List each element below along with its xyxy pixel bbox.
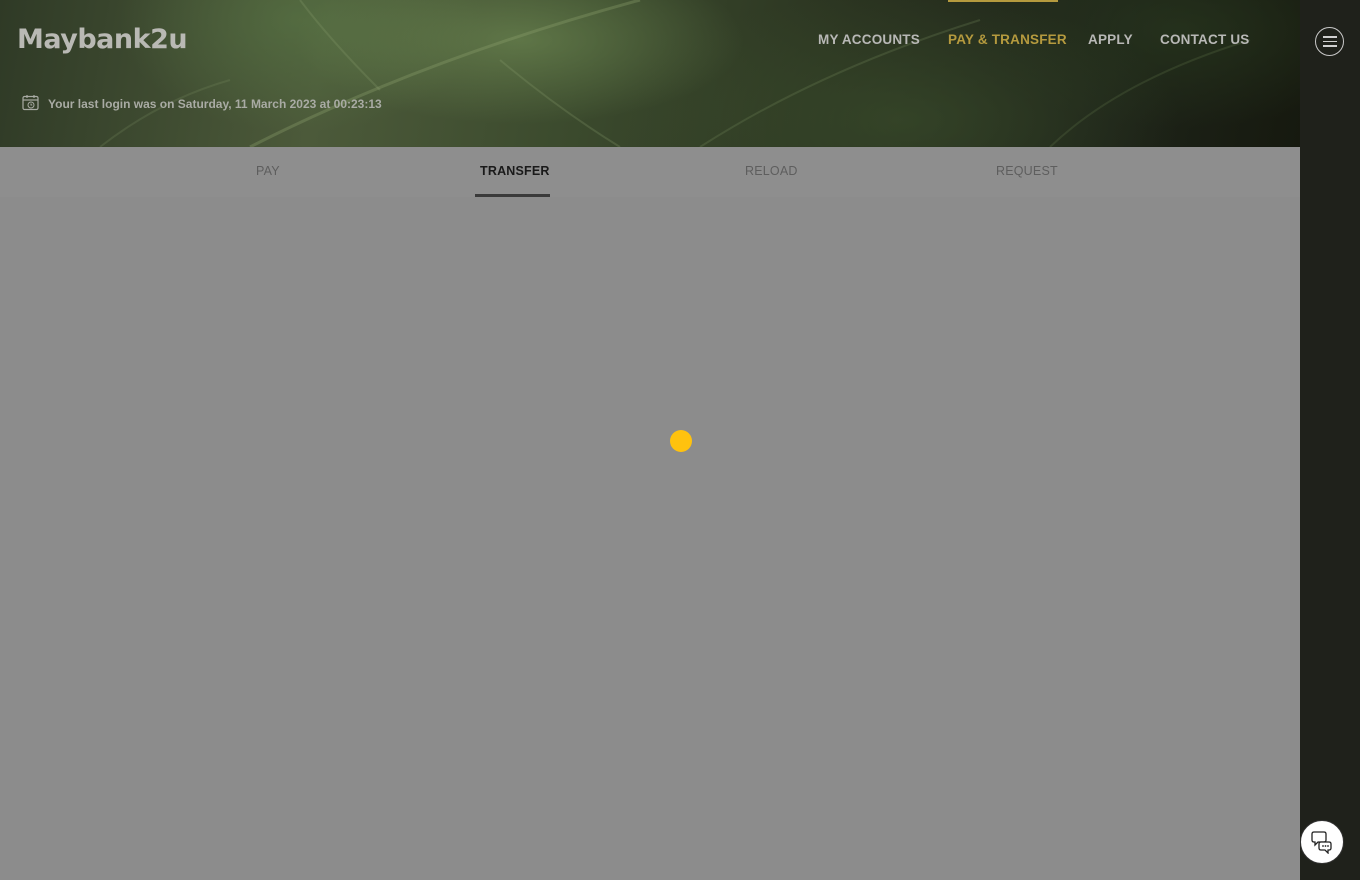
last-login-text: Your last login was on Saturday, 11 Marc… bbox=[48, 97, 382, 111]
tab-request[interactable]: REQUEST bbox=[996, 164, 1058, 178]
right-sidebar-rail bbox=[1300, 0, 1360, 880]
nav-pay-transfer[interactable]: PAY & TRANSFER bbox=[948, 32, 1067, 47]
page: Maybank2u MY ACCOUNTS PAY & TRANSFER APP… bbox=[0, 0, 1360, 880]
hamburger-menu-icon[interactable] bbox=[1315, 27, 1344, 56]
main-content-overlay bbox=[0, 197, 1300, 880]
active-nav-indicator bbox=[948, 0, 1058, 2]
last-login-info: Your last login was on Saturday, 11 Marc… bbox=[22, 94, 382, 114]
top-navigation: MY ACCOUNTS PAY & TRANSFER APPLY CONTACT… bbox=[0, 0, 1300, 80]
header-banner: Maybank2u MY ACCOUNTS PAY & TRANSFER APP… bbox=[0, 0, 1300, 147]
nav-apply[interactable]: APPLY bbox=[1088, 32, 1133, 47]
chat-bubble-icon[interactable] bbox=[1300, 820, 1344, 864]
calendar-clock-icon bbox=[22, 94, 40, 114]
tab-pay[interactable]: PAY bbox=[256, 164, 280, 178]
nav-contact-us[interactable]: CONTACT US bbox=[1160, 32, 1250, 47]
nav-my-accounts[interactable]: MY ACCOUNTS bbox=[818, 32, 920, 47]
tab-transfer[interactable]: TRANSFER bbox=[480, 164, 550, 178]
loading-spinner bbox=[670, 430, 692, 452]
tab-reload[interactable]: RELOAD bbox=[745, 164, 798, 178]
pay-transfer-tabs: PAY TRANSFER RELOAD REQUEST bbox=[0, 147, 1300, 197]
